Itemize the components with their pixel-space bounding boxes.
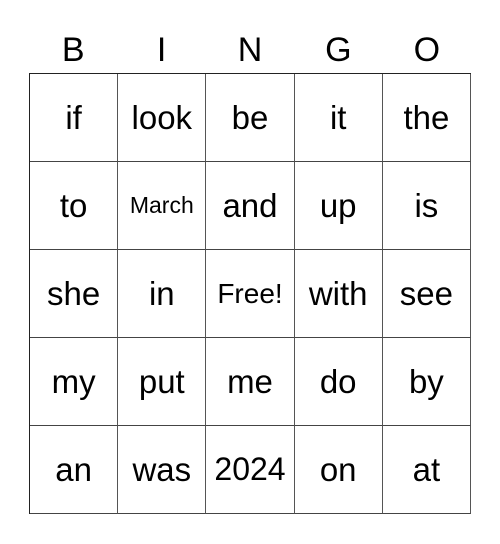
bingo-cell[interactable]: in bbox=[118, 250, 207, 338]
bingo-grid: if look be it the to March and up is she… bbox=[29, 73, 471, 514]
header-letter-o: O bbox=[413, 31, 441, 69]
free-space-cell[interactable]: Free! bbox=[206, 250, 295, 338]
bingo-cell[interactable]: put bbox=[118, 338, 207, 426]
bingo-cell[interactable]: look bbox=[118, 74, 207, 162]
bingo-cell[interactable]: me bbox=[206, 338, 295, 426]
bingo-cell[interactable]: at bbox=[382, 426, 471, 514]
header-letter-b: B bbox=[61, 31, 85, 69]
bingo-cell[interactable]: my bbox=[30, 338, 119, 426]
bingo-cell[interactable]: and bbox=[206, 162, 295, 250]
bingo-cell[interactable]: March bbox=[118, 162, 207, 250]
bingo-cell[interactable]: by bbox=[382, 338, 471, 426]
bingo-cell[interactable]: do bbox=[294, 338, 383, 426]
bingo-cell[interactable]: is bbox=[382, 162, 471, 250]
bingo-cell[interactable]: with bbox=[294, 250, 383, 338]
header-letter-n: N bbox=[237, 31, 263, 69]
bingo-cell[interactable]: on bbox=[294, 426, 383, 514]
bingo-cell[interactable]: an bbox=[30, 426, 119, 514]
bingo-cell[interactable]: she bbox=[30, 250, 119, 338]
header-letter-g: G bbox=[325, 31, 352, 69]
bingo-cell[interactable]: up bbox=[294, 162, 383, 250]
header-letter-i: I bbox=[156, 31, 167, 69]
bingo-cell[interactable]: it bbox=[294, 74, 383, 162]
bingo-cell[interactable]: 2024 bbox=[206, 426, 295, 514]
bingo-cell[interactable]: to bbox=[30, 162, 119, 250]
bingo-cell[interactable]: the bbox=[382, 74, 471, 162]
bingo-cell[interactable]: see bbox=[382, 250, 471, 338]
bingo-cell[interactable]: if bbox=[30, 74, 119, 162]
bingo-cell[interactable]: be bbox=[206, 74, 295, 162]
bingo-header: B I N G O bbox=[29, 28, 471, 72]
bingo-cell[interactable]: was bbox=[118, 426, 207, 514]
